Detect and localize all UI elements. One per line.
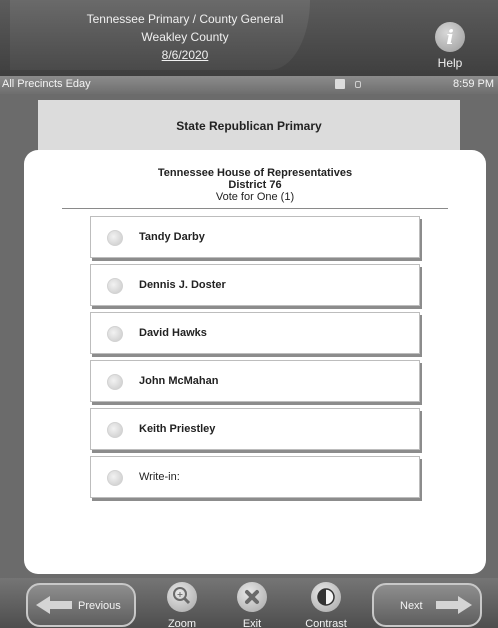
candidate-option[interactable]: Tandy Darby bbox=[90, 216, 420, 258]
arrow-right-icon bbox=[436, 596, 472, 614]
election-date: 8/6/2020 bbox=[161, 48, 209, 62]
radio-button[interactable] bbox=[107, 374, 123, 390]
ballot-title: State Republican Primary bbox=[176, 119, 322, 133]
next-button[interactable]: Next bbox=[372, 583, 482, 627]
radio-button[interactable] bbox=[107, 230, 123, 246]
candidate-option[interactable]: Dennis J. Doster bbox=[90, 264, 420, 306]
candidate-name: John McMahan bbox=[139, 375, 219, 387]
county-name: Weakley County bbox=[141, 30, 229, 44]
contrast-label: Contrast bbox=[305, 618, 347, 628]
contrast-icon bbox=[311, 582, 341, 612]
battery-icon bbox=[355, 81, 361, 88]
clock: 8:59 PM bbox=[453, 78, 494, 90]
election-name: Tennessee Primary / County General bbox=[86, 12, 284, 26]
candidate-name: Dennis J. Doster bbox=[139, 279, 226, 291]
radio-button[interactable] bbox=[107, 422, 123, 438]
candidate-list: Tandy Darby Dennis J. Doster David Hawks… bbox=[90, 216, 420, 504]
arrow-left-icon bbox=[36, 596, 72, 614]
radio-button[interactable] bbox=[107, 470, 123, 486]
help-label: Help bbox=[437, 56, 463, 70]
next-label: Next bbox=[400, 600, 423, 612]
exit-label: Exit bbox=[242, 618, 262, 628]
radio-button[interactable] bbox=[107, 278, 123, 294]
candidate-option[interactable]: David Hawks bbox=[90, 312, 420, 354]
radio-button[interactable] bbox=[107, 326, 123, 342]
exit-button[interactable]: Exit bbox=[222, 582, 282, 628]
candidate-name: Tandy Darby bbox=[139, 231, 205, 243]
header: Tennessee Primary / County General Weakl… bbox=[0, 0, 498, 76]
contrast-button[interactable]: Contrast bbox=[296, 582, 356, 628]
zoom-label: Zoom bbox=[167, 618, 197, 628]
info-icon: i bbox=[435, 22, 465, 52]
bottom-toolbar: Previous + Zoom Exit Contrast Next bbox=[0, 578, 498, 628]
candidate-name: Keith Priestley bbox=[139, 423, 216, 435]
election-info: Tennessee Primary / County General Weakl… bbox=[60, 10, 310, 64]
zoom-button[interactable]: + Zoom bbox=[152, 582, 212, 628]
write-in-option[interactable]: Write-in: bbox=[90, 456, 420, 498]
ballot-title-band: State Republican Primary bbox=[38, 100, 460, 155]
district-label: District 76 bbox=[228, 179, 282, 191]
candidate-name: David Hawks bbox=[139, 327, 207, 339]
memo-icon bbox=[335, 79, 345, 89]
magnifier-icon: + bbox=[167, 582, 197, 612]
close-icon bbox=[237, 582, 267, 612]
svg-text:+: + bbox=[177, 590, 184, 599]
divider bbox=[62, 208, 448, 209]
status-bar: All Precincts Eday 8:59 PM bbox=[0, 76, 498, 94]
office-title: Tennessee House of Representatives bbox=[157, 167, 353, 179]
previous-button[interactable]: Previous bbox=[26, 583, 136, 627]
status-icons bbox=[335, 79, 385, 91]
ballot-panel: Tennessee House of Representatives Distr… bbox=[24, 150, 486, 574]
precinct-label: All Precincts Eday bbox=[2, 78, 91, 90]
vote-for-label: Vote for One (1) bbox=[215, 191, 295, 203]
candidate-option[interactable]: Keith Priestley bbox=[90, 408, 420, 450]
contest-header: Tennessee House of Representatives Distr… bbox=[24, 167, 486, 203]
help-button[interactable]: i Help bbox=[420, 22, 480, 70]
previous-label: Previous bbox=[78, 600, 121, 612]
write-in-label: Write-in: bbox=[139, 471, 180, 483]
candidate-option[interactable]: John McMahan bbox=[90, 360, 420, 402]
